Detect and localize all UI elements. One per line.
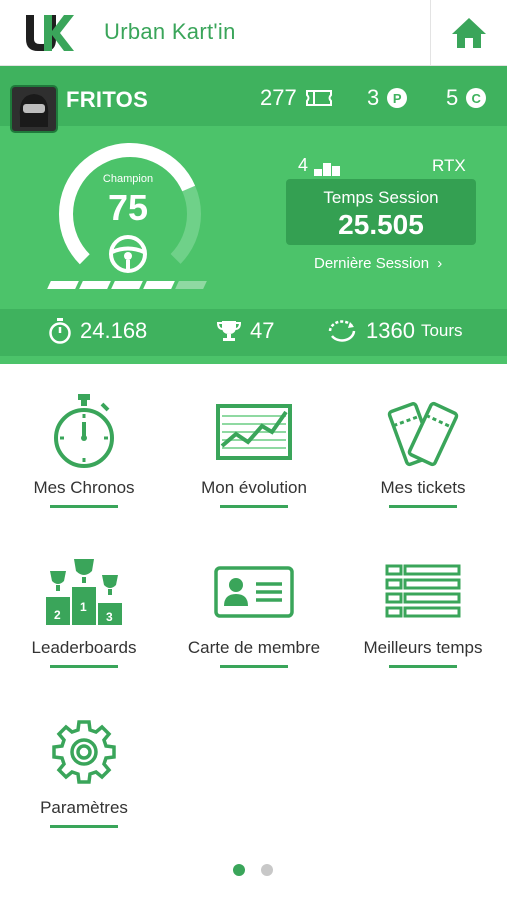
credits-count: 5: [446, 85, 459, 110]
podium-small-icon: [314, 163, 341, 176]
menu-underline: [220, 665, 288, 668]
menu-label: Meilleurs temps: [363, 638, 483, 657]
tickets-count: 277: [260, 85, 297, 110]
gear-icon: [52, 720, 116, 784]
player-panel: FRITOS 277 3 P 5 C Champion 75 4 RTX Tem…: [0, 66, 507, 364]
menu-item-leaderboards[interactable]: 2 1 3 Leaderboards: [4, 552, 164, 668]
level-value: 75: [107, 187, 149, 228]
chevron-right-icon: ›: [437, 255, 443, 272]
rank-value: 4: [298, 155, 309, 175]
menu-underline: [50, 665, 118, 668]
svg-text:3: 3: [106, 610, 113, 624]
player-name: FRITOS: [66, 87, 149, 112]
kart-name: RTX: [432, 156, 466, 175]
points-stat: 3 P: [367, 85, 408, 111]
best-time-stat: 24.168: [48, 318, 147, 344]
page-indicator: [233, 864, 273, 876]
steering-wheel-icon: [109, 235, 147, 273]
laps-stat: 1360 Tours: [326, 318, 463, 344]
laps-count: 1360: [366, 318, 415, 343]
menu-underline: [220, 505, 288, 508]
progress-segment: [111, 281, 143, 289]
menu-label: Mes tickets: [380, 478, 466, 497]
app-title: Urban Kart'in: [104, 19, 236, 44]
menu-item-mon-evolution[interactable]: Mon évolution: [174, 392, 334, 508]
trophies-count: 47: [250, 318, 275, 343]
menu-underline: [389, 665, 457, 668]
trophies-stat: 47: [216, 318, 274, 344]
last-session-label: Dernière Session: [314, 255, 430, 272]
points-count: 3: [367, 85, 380, 110]
home-button[interactable]: [430, 0, 507, 66]
home-icon: [452, 18, 486, 48]
list-icon: [385, 564, 461, 618]
credits-stat: 5 C: [446, 85, 487, 111]
credits-badge-icon: C: [466, 88, 487, 108]
session-time-box[interactable]: Temps Session 25.505: [286, 179, 476, 245]
menu-label: Paramètres: [40, 798, 128, 817]
app-header: Urban Kart'in: [0, 0, 507, 66]
evolution-chart-icon: [216, 404, 292, 460]
last-session-link[interactable]: Dernière Session ›: [314, 255, 442, 272]
session-label: Temps Session: [323, 188, 439, 207]
urban-kartin-logo: [26, 15, 74, 51]
trophy-icon: [216, 321, 242, 341]
menu-item-meilleurs-temps[interactable]: Meilleurs temps: [343, 552, 503, 668]
menu-label: Leaderboards: [31, 638, 137, 657]
ticket-icon: [305, 90, 332, 106]
menu-item-mes-chronos[interactable]: Mes Chronos: [4, 392, 164, 508]
menu-underline: [50, 505, 118, 508]
member-card-icon: [214, 566, 294, 618]
menu-label: Mon évolution: [201, 478, 307, 497]
helmet-icon: [19, 94, 49, 127]
level-label: Champion: [102, 173, 154, 185]
menu-label: Carte de membre: [187, 638, 321, 657]
session-time: 25.505: [338, 209, 424, 240]
stats-bar: 24.168 47 1360 Tours: [0, 309, 507, 356]
laps-unit: Tours: [420, 321, 463, 340]
page-dot[interactable]: [261, 864, 273, 876]
podium-icon: 2 1 3: [46, 559, 122, 625]
points-badge-icon: P: [387, 88, 408, 108]
progress-segment: [79, 281, 111, 289]
menu-underline: [389, 505, 457, 508]
menu-label: Mes Chronos: [33, 478, 135, 497]
tickets-icon: [387, 401, 459, 467]
rank-stat: 4: [298, 155, 341, 176]
avatar[interactable]: [10, 85, 58, 133]
best-time-value: 24.168: [80, 318, 148, 343]
menu-item-mes-tickets[interactable]: Mes tickets: [343, 392, 503, 508]
level-progress-bars: [47, 281, 207, 289]
progress-segment: [143, 281, 175, 289]
svg-text:2: 2: [54, 608, 61, 622]
page-dot-active[interactable]: [233, 864, 245, 876]
progress-segment: [175, 281, 207, 289]
stopwatch-small-icon: [49, 318, 71, 344]
stopwatch-icon: [54, 394, 114, 468]
laps-icon: [328, 320, 356, 342]
menu-item-carte-de-membre[interactable]: Carte de membre: [174, 552, 334, 668]
menu-item-parametres[interactable]: Paramètres: [4, 712, 164, 828]
menu-underline: [50, 825, 118, 828]
svg-text:1: 1: [80, 600, 87, 614]
progress-segment: [47, 281, 79, 289]
tickets-stat: 277: [260, 85, 333, 111]
